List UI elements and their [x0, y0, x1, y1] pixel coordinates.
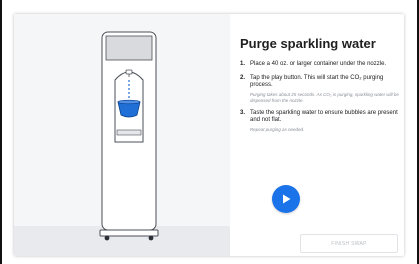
play-button[interactable]	[272, 185, 300, 213]
step-number: 3.	[240, 109, 246, 116]
drip-tray	[116, 129, 142, 136]
step-note: Repeat purging as needed.	[250, 126, 305, 132]
nozzle-icon	[125, 69, 133, 75]
dispenser-foot-right	[148, 235, 154, 241]
step-item: 3. Taste the sparkling water to ensure b…	[240, 110, 400, 133]
step-note: Purging takes about 25 seconds. As CO₂ i…	[250, 91, 399, 103]
finish-swap-button[interactable]: FINISH SWAP	[300, 234, 398, 253]
container-icon	[117, 101, 141, 118]
page-title: Purge sparkling water	[240, 36, 376, 51]
step-text: Taste the sparkling water to ensure bubb…	[250, 109, 398, 124]
window-border-left	[0, 0, 2, 264]
dispenser-base	[99, 229, 159, 237]
play-icon	[283, 194, 291, 204]
dispenser-foot-left	[104, 235, 110, 241]
dispenser-screen	[105, 35, 153, 61]
step-text: Tap the play button. This will start the…	[250, 74, 384, 89]
step-number: 1.	[240, 61, 246, 67]
step-item: 2. Tap the play button. This will start …	[240, 75, 400, 104]
steps-list: 1. Place a 40 oz. or larger container un…	[240, 61, 400, 139]
step-number: 2.	[240, 74, 246, 81]
instructions-panel: Purge sparkling water 1. Place a 40 oz. …	[240, 14, 404, 256]
water-dispenser-illustration	[99, 31, 159, 241]
purge-card: Purge sparkling water 1. Place a 40 oz. …	[14, 14, 404, 256]
step-text: Place a 40 oz. or larger container under…	[250, 61, 387, 67]
step-item: 1. Place a 40 oz. or larger container un…	[240, 61, 400, 69]
